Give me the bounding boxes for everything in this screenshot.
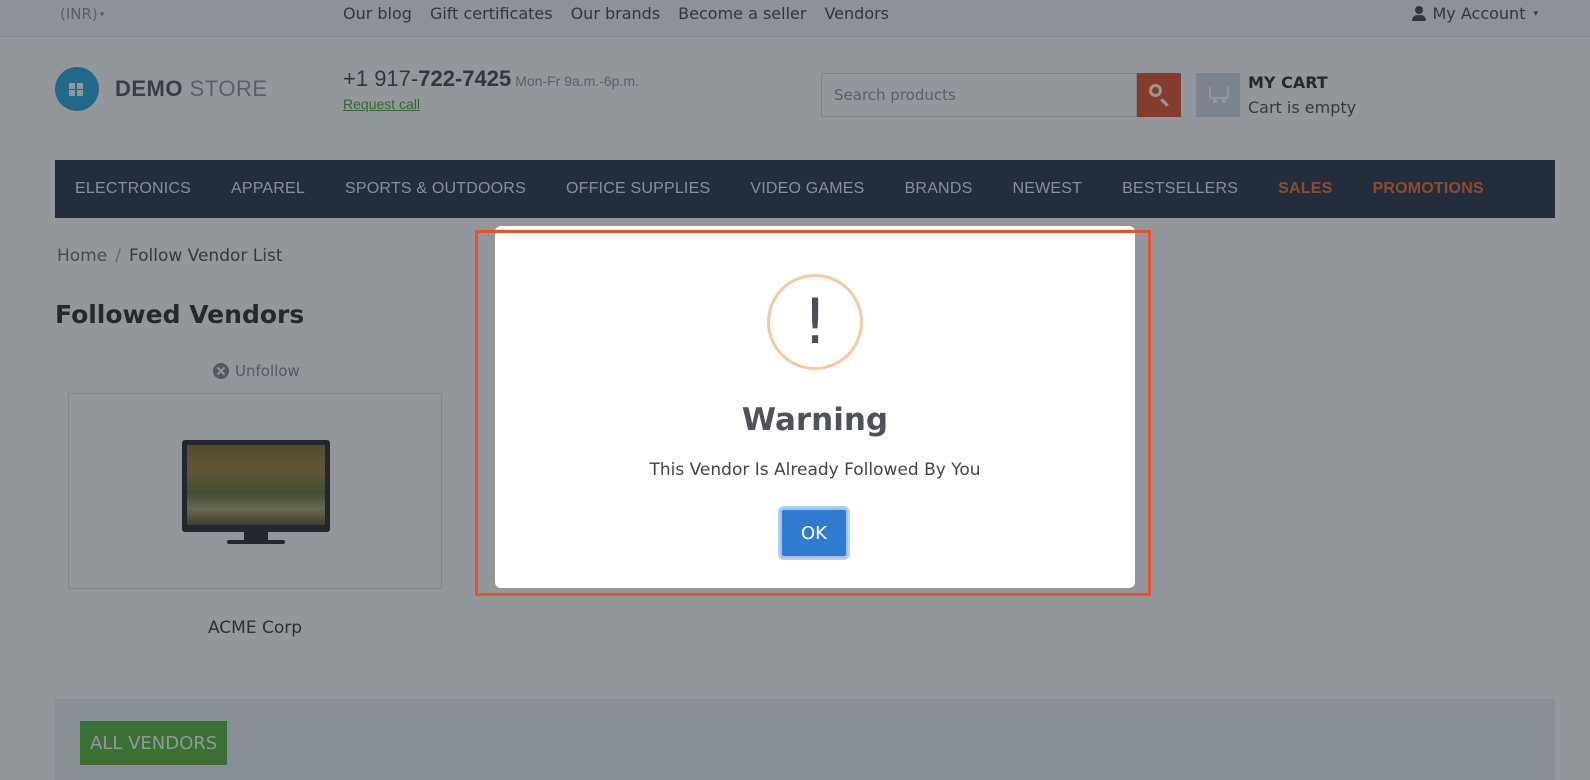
dialog-highlight-frame	[475, 230, 1151, 596]
